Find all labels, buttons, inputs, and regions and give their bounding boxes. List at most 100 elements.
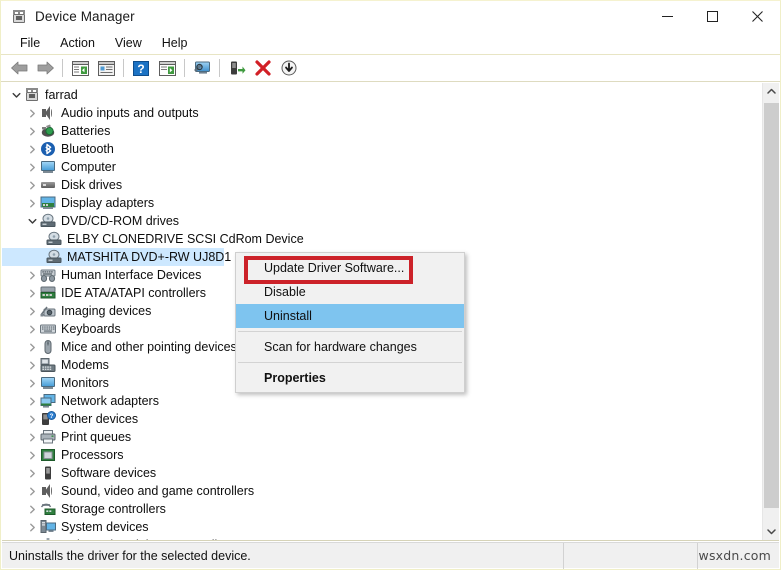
menu-action[interactable]: Action (50, 34, 105, 53)
chevron-right-icon[interactable] (24, 410, 40, 428)
device-manager-icon (11, 9, 27, 25)
optical-drive-icon (46, 231, 62, 247)
maximize-button[interactable] (690, 1, 735, 32)
chevron-right-icon[interactable] (24, 356, 40, 374)
software-device-icon (40, 465, 56, 481)
update-driver-icon[interactable] (154, 56, 180, 80)
tree-item-label: Display adapters (61, 196, 155, 210)
chevron-right-icon[interactable] (24, 518, 40, 536)
tree-item-audio-inputs-and-outputs[interactable]: Audio inputs and outputs (2, 104, 762, 122)
tree-item-sound-video-and-game-controllers[interactable]: Sound, video and game controllers (2, 482, 762, 500)
chevron-right-icon[interactable] (24, 338, 40, 356)
tree-item-label: Other devices (61, 412, 139, 426)
forward-icon[interactable] (32, 56, 58, 80)
chevron-right-icon[interactable] (24, 536, 40, 540)
show-hide-console-tree-icon[interactable] (67, 56, 93, 80)
chevron-right-icon[interactable] (24, 194, 40, 212)
context-menu-separator (238, 331, 462, 332)
tree-item-network-adapters[interactable]: Network adapters (2, 392, 762, 410)
tree-root-label: farrad (45, 88, 78, 102)
scrollbar-down-button[interactable] (763, 523, 779, 540)
tree-item-label: Batteries (61, 124, 111, 138)
context-menu-item-disable[interactable]: Disable (236, 280, 464, 304)
chevron-right-icon[interactable] (24, 176, 40, 194)
tree-item-processors[interactable]: Processors (2, 446, 762, 464)
download-icon[interactable] (276, 56, 302, 80)
tree-item-computer[interactable]: Computer (2, 158, 762, 176)
tree-item-display-adapters[interactable]: Display adapters (2, 194, 762, 212)
chevron-right-icon[interactable] (24, 104, 40, 122)
context-menu[interactable]: Update Driver Software... Disable Uninst… (235, 252, 465, 393)
tree-item-label: Bluetooth (61, 142, 114, 156)
caption-buttons (645, 1, 780, 32)
chevron-down-icon[interactable] (8, 86, 24, 104)
tree-item-system-devices[interactable]: System devices (2, 518, 762, 536)
tree-item-universal-serial-bus-controllers[interactable]: Universal Serial Bus controllers (2, 536, 762, 540)
context-menu-item-uninstall[interactable]: Uninstall (236, 304, 464, 328)
chevron-right-icon[interactable] (24, 428, 40, 446)
chevron-right-icon[interactable] (24, 140, 40, 158)
speaker-icon (40, 105, 56, 121)
chevron-right-icon[interactable] (24, 266, 40, 284)
toolbar-separator (123, 59, 124, 77)
chevron-right-icon[interactable] (24, 464, 40, 482)
tree-item-label: Storage controllers (61, 502, 166, 516)
tree-item-elby-clonedrive-scsi-cdrom-device[interactable]: ELBY CLONEDRIVE SCSI CdRom Device (2, 230, 762, 248)
bluetooth-icon (40, 141, 56, 157)
chevron-right-icon[interactable] (24, 392, 40, 410)
tree-item-other-devices[interactable]: ? Other devices (2, 410, 762, 428)
keyboard-icon (40, 321, 56, 337)
battery-icon (40, 123, 56, 139)
chevron-right-icon[interactable] (24, 122, 40, 140)
tree-item-label: Network adapters (61, 394, 159, 408)
speaker-icon (40, 483, 56, 499)
menu-file[interactable]: File (10, 34, 50, 53)
device-manager-window: Device Manager File Action View Help ? f… (0, 0, 781, 570)
display-adapter-icon (40, 195, 56, 211)
computer-node-icon (24, 87, 40, 103)
scrollbar-up-button[interactable] (763, 83, 779, 100)
chevron-right-icon[interactable] (24, 374, 40, 392)
disable-device-icon[interactable] (224, 56, 250, 80)
properties-icon[interactable] (93, 56, 119, 80)
menu-help[interactable]: Help (152, 34, 198, 53)
context-menu-separator (238, 362, 462, 363)
scrollbar-thumb[interactable] (764, 103, 779, 508)
chevron-right-icon[interactable] (24, 482, 40, 500)
minimize-button[interactable] (645, 1, 690, 32)
tree-item-bluetooth[interactable]: Bluetooth (2, 140, 762, 158)
tree-item-batteries[interactable]: Batteries (2, 122, 762, 140)
tree-item-software-devices[interactable]: Software devices (2, 464, 762, 482)
tree-item-storage-controllers[interactable]: Storage controllers (2, 500, 762, 518)
printer-icon (40, 429, 56, 445)
chevron-right-icon[interactable] (24, 158, 40, 176)
menu-view[interactable]: View (105, 34, 152, 53)
close-button[interactable] (735, 1, 780, 32)
context-menu-item-properties[interactable]: Properties (236, 366, 464, 390)
tree-root-farrad[interactable]: farrad (2, 86, 762, 104)
context-menu-item-scan-for-hardware-changes[interactable]: Scan for hardware changes (236, 335, 464, 359)
context-menu-item-update-driver-software[interactable]: Update Driver Software... (236, 256, 464, 280)
tree-item-disk-drives[interactable]: Disk drives (2, 176, 762, 194)
chevron-right-icon[interactable] (24, 320, 40, 338)
tree-item-dvd-cd-rom-drives[interactable]: DVD/CD-ROM drives (2, 212, 762, 230)
imaging-device-icon (40, 303, 56, 319)
tree-item-print-queues[interactable]: Print queues (2, 428, 762, 446)
chevron-right-icon[interactable] (24, 500, 40, 518)
chevron-down-icon[interactable] (24, 212, 40, 230)
disk-drive-icon (40, 177, 56, 193)
help-icon[interactable]: ? (128, 56, 154, 80)
tree-item-label: Computer (61, 160, 116, 174)
monitor-icon (40, 159, 56, 175)
menu-bar: File Action View Help (1, 32, 780, 55)
tree-item-label: Processors (61, 448, 124, 462)
toolbar-separator (62, 59, 63, 77)
chevron-right-icon[interactable] (24, 284, 40, 302)
chevron-right-icon[interactable] (24, 302, 40, 320)
tree-item-label: Imaging devices (61, 304, 152, 318)
uninstall-device-icon[interactable] (250, 56, 276, 80)
vertical-scrollbar[interactable] (762, 83, 779, 540)
chevron-right-icon[interactable] (24, 446, 40, 464)
back-icon[interactable] (6, 56, 32, 80)
scan-for-hardware-changes-icon[interactable] (189, 56, 215, 80)
